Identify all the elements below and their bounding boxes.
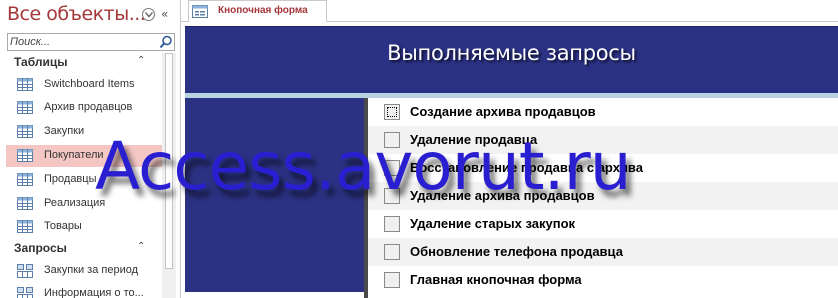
switchboard-button[interactable]: [384, 216, 400, 232]
table-icon: [17, 197, 33, 210]
nav-item-label: Закупки: [44, 125, 85, 137]
table-icon: [17, 149, 33, 162]
search-box: [7, 33, 175, 51]
document-tab-strip: Кнопочная форма: [181, 0, 838, 22]
table-icon: [17, 78, 33, 91]
query-icon: [17, 264, 33, 278]
nav-item-label: Switchboard Items: [44, 78, 135, 90]
switchboard-button-label[interactable]: Создание архива продавцов: [410, 104, 596, 119]
nav-item-table[interactable]: Switchboard Items: [6, 74, 174, 96]
switchboard-row: Обновление телефона продавца: [368, 238, 838, 266]
navigation-pane-title[interactable]: Все объекты...: [7, 3, 146, 25]
form-icon: [192, 5, 208, 18]
nav-item-label: Продавцы: [44, 173, 97, 185]
chevron-down-icon[interactable]: [142, 8, 155, 21]
switchboard-button[interactable]: [384, 244, 400, 260]
search-input[interactable]: [10, 34, 155, 50]
document-tab[interactable]: Кнопочная форма: [188, 0, 327, 22]
nav-item-table[interactable]: Архив продавцов: [6, 97, 174, 119]
collapse-group-icon[interactable]: ⌃: [137, 241, 145, 252]
watermark-text: Access.avorut.ru: [95, 128, 632, 205]
nav-item-query[interactable]: Информация о то...: [6, 283, 174, 298]
switchboard-button[interactable]: [384, 272, 400, 288]
group-header-queries[interactable]: Запросы ⌃: [0, 239, 176, 259]
query-icon: [17, 287, 33, 298]
nav-item-table[interactable]: Товары: [6, 216, 174, 238]
switchboard-button-label[interactable]: Главная кнопочная форма: [410, 272, 582, 287]
group-label: Запросы: [14, 241, 67, 255]
collapse-group-icon[interactable]: ⌃: [137, 55, 145, 66]
document-tab-label: Кнопочная форма: [218, 5, 308, 16]
nav-item-label: Информация о то...: [44, 287, 144, 298]
switchboard-row: Создание архива продавцов: [368, 98, 838, 126]
navigation-pane-header: Все объекты... «: [0, 0, 180, 32]
switchboard-button[interactable]: [384, 104, 400, 120]
nav-item-query[interactable]: Закупки за период: [6, 260, 174, 282]
switchboard-button-label[interactable]: Обновление телефона продавца: [410, 244, 623, 259]
nav-item-label: Товары: [44, 220, 82, 232]
group-header-tables[interactable]: Таблицы ⌃: [0, 53, 176, 73]
search-icon[interactable]: [159, 35, 173, 49]
nav-item-label: Архив продавцов: [44, 101, 133, 113]
switchboard-row: Удаление старых закупок: [368, 210, 838, 238]
group-label: Таблицы: [14, 55, 68, 69]
switchboard-button-label[interactable]: Удаление старых закупок: [410, 216, 575, 231]
table-icon: [17, 125, 33, 138]
form-header: Выполняемые запросы: [185, 26, 838, 94]
table-icon: [17, 220, 33, 233]
collapse-pane-icon[interactable]: «: [161, 7, 169, 21]
table-icon: [17, 101, 33, 114]
nav-item-label: Закупки за период: [44, 264, 139, 276]
table-icon: [17, 173, 33, 186]
form-title: Выполняемые запросы: [387, 41, 636, 65]
switchboard-row: Главная кнопочная форма: [368, 266, 838, 294]
